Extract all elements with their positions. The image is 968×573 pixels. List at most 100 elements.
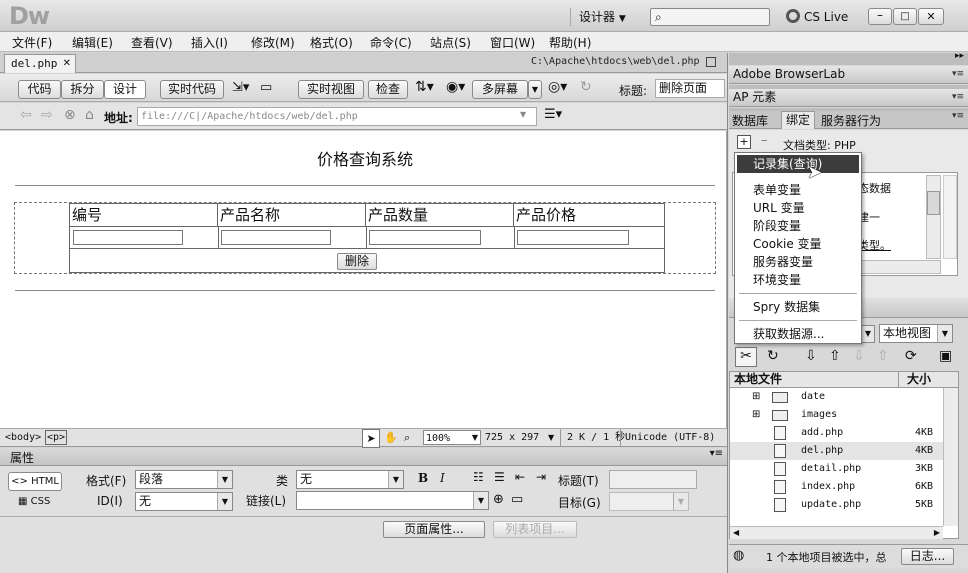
expand-icon[interactable]: ⊞ (752, 388, 760, 406)
list-item[interactable]: ⊞ images (730, 406, 955, 424)
files-hscrollbar[interactable]: ◀ ▶ (730, 526, 943, 539)
id-select[interactable]: 无 ▼ (135, 492, 233, 511)
title-attr-input[interactable] (609, 470, 697, 489)
select-tool-icon[interactable]: ➤ (362, 429, 380, 448)
menu-item-server-variable[interactable]: 服务器变量 (735, 253, 861, 271)
window-size[interactable]: 725 x 297 (485, 429, 539, 446)
doc-tab[interactable]: del.php ✕ (4, 54, 76, 73)
panel-menu-icon[interactable]: ▾≡ (952, 66, 964, 83)
scroll-right-icon[interactable]: ▶ (934, 527, 940, 539)
list-item[interactable]: ⊞ date (730, 388, 955, 406)
tab-server-behaviors[interactable]: 服务器行为 (821, 112, 881, 129)
list-item[interactable]: detail.php 3KB (730, 460, 955, 478)
panel-menu-icon[interactable]: ▾≡ (952, 89, 964, 106)
connect-icon[interactable]: ✂ (735, 347, 757, 367)
point-to-file-icon[interactable]: ⊕ (493, 492, 504, 507)
link-input[interactable]: ▼ (296, 491, 489, 510)
checkout-icon[interactable]: ⇩ (853, 348, 865, 364)
restore-doc-icon[interactable] (706, 57, 716, 67)
live-view-button[interactable]: 实时视图 (298, 80, 364, 99)
menu-view[interactable]: 查看(V) (131, 34, 173, 51)
refresh-files-icon[interactable]: ↻ (767, 348, 779, 364)
home-icon[interactable]: ⌂ (85, 107, 94, 123)
expand-icon[interactable]: ⊞ (752, 406, 760, 424)
col-local-files[interactable]: 本地文件 (734, 372, 782, 387)
info-vscroll-outer[interactable] (943, 175, 957, 259)
info-link[interactable]: 类型。 (858, 237, 891, 253)
menu-item-session-variable[interactable]: 阶段变量 (735, 217, 861, 235)
search-input[interactable]: ⌕ (650, 8, 770, 26)
tag-body[interactable]: <body> (5, 429, 41, 446)
maximize-button[interactable]: □ (893, 8, 917, 25)
minimize-button[interactable]: – (868, 8, 892, 25)
refresh-icon[interactable]: ↻ (580, 79, 592, 95)
zoom-tool-icon[interactable]: ⌕ (404, 429, 410, 446)
browser-check-icon[interactable]: ⇲▾ (232, 80, 249, 95)
italic-button[interactable]: I (440, 471, 445, 485)
preview-browser-icon[interactable]: ◉▾ (446, 79, 465, 95)
target-select[interactable]: ▼ (609, 492, 689, 511)
page-properties-button[interactable]: 页面属性... (383, 521, 485, 538)
col-size[interactable]: 大小 (898, 372, 938, 387)
name-input[interactable] (221, 230, 331, 245)
menu-format[interactable]: 格式(O) (310, 34, 353, 51)
menu-item-get-data-sources[interactable]: 获取数据源... (735, 325, 861, 343)
remove-binding-button[interactable]: – (761, 133, 768, 148)
menu-insert[interactable]: 插入(I) (191, 34, 228, 51)
menu-help[interactable]: 帮助(H) (549, 34, 591, 51)
address-input[interactable]: file:///C|/Apache/htdocs/web/del.php (137, 107, 537, 126)
list-item[interactable]: add.php 4KB (730, 424, 955, 442)
design-canvas[interactable]: 价格查询系统 编号 产品名称 产品数量 产品价格 删除 (0, 131, 727, 428)
panel-menu-icon[interactable]: ▾≡ (710, 448, 723, 459)
scroll-left-icon[interactable]: ◀ (733, 527, 739, 539)
tag-p[interactable]: <p> (45, 430, 68, 445)
files-vscrollbar[interactable] (943, 388, 958, 526)
sync-icon[interactable]: ⟳ (905, 348, 917, 364)
menu-modify[interactable]: 修改(M) (251, 34, 295, 51)
id-input[interactable] (73, 230, 183, 245)
files-view-select[interactable]: 本地视图 ▼ (879, 324, 953, 343)
visual-aids-icon[interactable]: ◎▾ (548, 79, 567, 95)
list-item[interactable]: update.php 5KB (730, 496, 955, 514)
close-tab-icon[interactable]: ✕ (63, 55, 71, 73)
multiscreen-dropdown[interactable]: ▼ (528, 80, 542, 99)
live-code-button[interactable]: 实时代码 (160, 80, 224, 99)
collapse-icon[interactable]: ▸▸ (955, 51, 964, 61)
inspect-button[interactable]: 检查 (368, 80, 408, 99)
list-item-button[interactable]: 列表项目... (493, 521, 577, 538)
hand-tool-icon[interactable]: ✋ (384, 429, 398, 446)
unordered-list-icon[interactable]: ☷ (473, 470, 484, 484)
ap-elements-panel-header[interactable]: AP 元素 ▾≡ (729, 89, 968, 107)
title-input[interactable]: 删除页面 (655, 79, 725, 98)
menu-item-env-variable[interactable]: 环境变量 (735, 271, 861, 289)
menu-edit[interactable]: 编辑(E) (72, 34, 113, 51)
options-menu-icon[interactable]: ☰▾ (544, 107, 562, 122)
menu-item-url-variable[interactable]: URL 变量 (735, 199, 861, 217)
menu-command[interactable]: 命令(C) (370, 34, 412, 51)
validate-icon[interactable]: ▭ (260, 80, 272, 95)
menu-item-recordset[interactable]: 记录集(查询) (737, 155, 859, 173)
price-input[interactable] (517, 230, 629, 245)
expand-files-icon[interactable]: ▣ (939, 348, 952, 364)
close-button[interactable]: ✕ (918, 8, 944, 25)
code-view-button[interactable]: 代码 (18, 80, 61, 99)
multiscreen-button[interactable]: 多屏幕 (472, 80, 528, 99)
html-mode-button[interactable]: <> HTML (8, 472, 62, 491)
qty-input[interactable] (369, 230, 481, 245)
browserlab-panel-header[interactable]: Adobe BrowserLab ▾≡ (729, 66, 968, 84)
info-scrollbar-thumb[interactable] (927, 191, 940, 215)
get-files-icon[interactable]: ⇩ (805, 348, 817, 364)
delete-button[interactable]: 删除 (337, 253, 377, 270)
list-item[interactable]: index.php 6KB (730, 478, 955, 496)
address-dropdown-icon[interactable]: ▼ (520, 110, 526, 119)
menu-site[interactable]: 站点(S) (430, 34, 471, 51)
css-mode-button[interactable]: ▦ CSS (18, 496, 50, 507)
back-icon[interactable]: ⇦ (20, 107, 32, 123)
class-select[interactable]: 无 ▼ (296, 470, 404, 489)
tab-bindings[interactable]: 绑定 (781, 111, 816, 129)
menu-item-form-variable[interactable]: 表单变量 (735, 181, 861, 199)
indent-icon[interactable]: ⇥ (536, 470, 546, 484)
menu-item-cookie-variable[interactable]: Cookie 变量 (735, 235, 861, 253)
stop-icon[interactable]: ⊗ (64, 107, 76, 123)
put-files-icon[interactable]: ⇧ (829, 348, 841, 364)
